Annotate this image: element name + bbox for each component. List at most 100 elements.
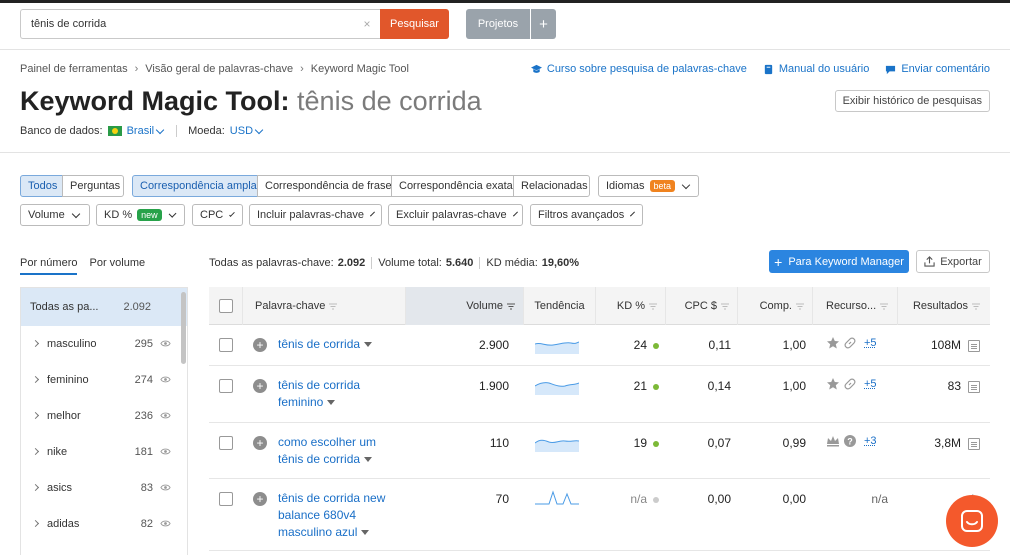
kd-cell: n/a [630, 492, 659, 506]
results-value: 108M [930, 338, 961, 352]
group-item[interactable]: melhor 236 [21, 398, 187, 434]
table-row[interactable]: + tênis de corrida feminino 1.900 21 0,14… [209, 366, 990, 423]
cpc-value: 0,00 [707, 492, 731, 506]
projects-button[interactable]: Projetos [466, 9, 530, 39]
table-row[interactable]: + tênis de corrida new balance 680v4 mascu… [209, 479, 990, 551]
kd-filter[interactable]: KD % new [96, 204, 185, 226]
row-checkbox[interactable] [219, 492, 233, 506]
serp-features-more[interactable]: +5 [864, 337, 877, 349]
keyword-link[interactable]: tênis de corrida [278, 336, 403, 353]
caret-down-icon[interactable] [327, 400, 336, 406]
tab-questions[interactable]: Perguntas [62, 175, 124, 197]
search-button[interactable]: Pesquisar [380, 9, 449, 39]
competition-value: 0,99 [782, 436, 806, 450]
keyword-link[interactable]: como escolher um tênis de corrida [278, 434, 403, 468]
eye-icon[interactable] [160, 375, 171, 384]
header-serp-features[interactable]: Recurso... [813, 287, 898, 325]
tab-related[interactable]: Relacionadas [513, 175, 590, 197]
tab-broad-match[interactable]: Correspondência ampla [132, 175, 258, 197]
keyword-link[interactable]: tênis de corrida new balance 680v4 masculi… [278, 490, 403, 541]
caret-down-icon[interactable] [361, 530, 370, 536]
serp-snapshot-icon[interactable] [968, 380, 980, 393]
clear-search-icon[interactable]: × [360, 17, 374, 31]
cpc-filter-label: CPC [200, 209, 224, 221]
select-all-checkbox[interactable] [218, 299, 233, 313]
trend-sparkline [535, 439, 579, 452]
eye-icon[interactable] [160, 447, 171, 456]
volume-value: 110 [489, 436, 509, 450]
sort-by-volume[interactable]: Por volume [89, 257, 145, 275]
group-item[interactable]: adidas 82 [21, 506, 187, 542]
row-checkbox[interactable] [219, 436, 233, 450]
add-keyword-icon[interactable]: + [253, 492, 267, 506]
tab-exact-match[interactable]: Correspondência exata [391, 175, 514, 197]
eye-icon[interactable] [160, 483, 171, 492]
eye-icon[interactable] [160, 519, 171, 528]
tab-phrase-match[interactable]: Correspondência de frase [257, 175, 392, 197]
chevron-down-icon [168, 209, 177, 218]
group-item[interactable]: masculino 295 [21, 326, 187, 362]
languages-dropdown[interactable]: Idiomas beta [598, 175, 699, 197]
row-checkbox[interactable] [219, 379, 233, 393]
keyword-stats: Todas as palavras-chave: 2.092 Volume tot… [209, 257, 579, 269]
add-keyword-icon[interactable]: + [253, 379, 267, 393]
search-history-button[interactable]: Exibir histórico de pesquisas [834, 90, 990, 112]
header-volume[interactable]: Volume [406, 287, 524, 325]
header-keyword[interactable]: Palavra-chave [243, 287, 406, 325]
eye-icon[interactable] [160, 411, 171, 420]
eye-icon[interactable] [160, 339, 171, 348]
group-item[interactable]: nike 181 [21, 434, 187, 470]
breadcrumb: Painel de ferramentas › Visão geral de p… [20, 63, 409, 75]
include-keywords-filter[interactable]: Incluir palavras-chave [249, 204, 382, 226]
serp-features-more[interactable]: +5 [864, 378, 877, 390]
breadcrumb-separator: › [300, 63, 304, 75]
exclude-keywords-filter[interactable]: Excluir palavras-chave [388, 204, 523, 226]
group-item[interactable]: feminino 274 [21, 362, 187, 398]
group-item[interactable]: asics 83 [21, 470, 187, 506]
serp-snapshot-icon[interactable] [968, 339, 980, 352]
breadcrumb-dashboard[interactable]: Painel de ferramentas [20, 63, 128, 75]
tab-all[interactable]: Todos [20, 175, 63, 197]
serp-features-cell: +5 [826, 377, 877, 391]
chevron-down-icon [512, 211, 518, 216]
keyword-text: tênis de corrida new [278, 491, 386, 505]
serp-snapshot-icon[interactable] [968, 437, 980, 450]
search-input[interactable] [20, 9, 380, 39]
course-link[interactable]: Curso sobre pesquisa de palavras-chave [530, 63, 747, 75]
volume-filter[interactable]: Volume [20, 204, 90, 226]
header-competition[interactable]: Comp. [738, 287, 813, 325]
group-all-keywords[interactable]: Todas as pa... 2.092 [21, 288, 187, 326]
user-manual-link[interactable]: Manual do usuário [763, 63, 869, 75]
caret-down-icon[interactable] [364, 457, 373, 463]
sort-icon [649, 303, 657, 309]
serp-features-more[interactable]: +3 [864, 435, 877, 447]
sort-by-number[interactable]: Por número [20, 257, 78, 275]
currency-selector[interactable]: USD [230, 125, 264, 137]
header-kd[interactable]: KD % [596, 287, 666, 325]
chat-support-button[interactable] [946, 495, 998, 547]
add-project-button[interactable]: + [531, 9, 556, 39]
add-keyword-icon[interactable]: + [253, 338, 267, 352]
advanced-filters[interactable]: Filtros avançados [530, 204, 643, 226]
groups-scrollbar[interactable] [181, 292, 186, 364]
caret-down-icon[interactable] [364, 342, 373, 348]
header-cpc[interactable]: CPC $ [666, 287, 738, 325]
table-row[interactable]: + como escolher um tênis de corrida 110 1… [209, 423, 990, 479]
results-cell: 108M [931, 338, 980, 352]
send-feedback-link[interactable]: Enviar comentário [885, 63, 990, 75]
average-kd-label: KD média: [486, 257, 538, 269]
chevron-down-icon [370, 211, 375, 216]
add-keyword-icon[interactable]: + [253, 436, 267, 450]
cpc-value: 0,07 [707, 436, 731, 450]
keyword-manager-button[interactable]: + Para Keyword Manager [769, 250, 909, 273]
keyword-link[interactable]: tênis de corrida feminino [278, 377, 403, 411]
export-button[interactable]: Exportar [916, 250, 990, 273]
breadcrumb-keyword-overview[interactable]: Visão geral de palavras-chave [145, 63, 293, 75]
row-checkbox[interactable] [219, 338, 233, 352]
cpc-filter[interactable]: CPC [192, 204, 243, 226]
chevron-down-icon [155, 125, 165, 134]
database-selector[interactable]: Brasil [127, 125, 166, 137]
header-trend[interactable]: Tendência [524, 287, 596, 325]
header-results[interactable]: Resultados [898, 287, 990, 325]
table-row[interactable]: + tênis de corrida 2.900 24 0,11 1,00 +5… [209, 325, 990, 366]
